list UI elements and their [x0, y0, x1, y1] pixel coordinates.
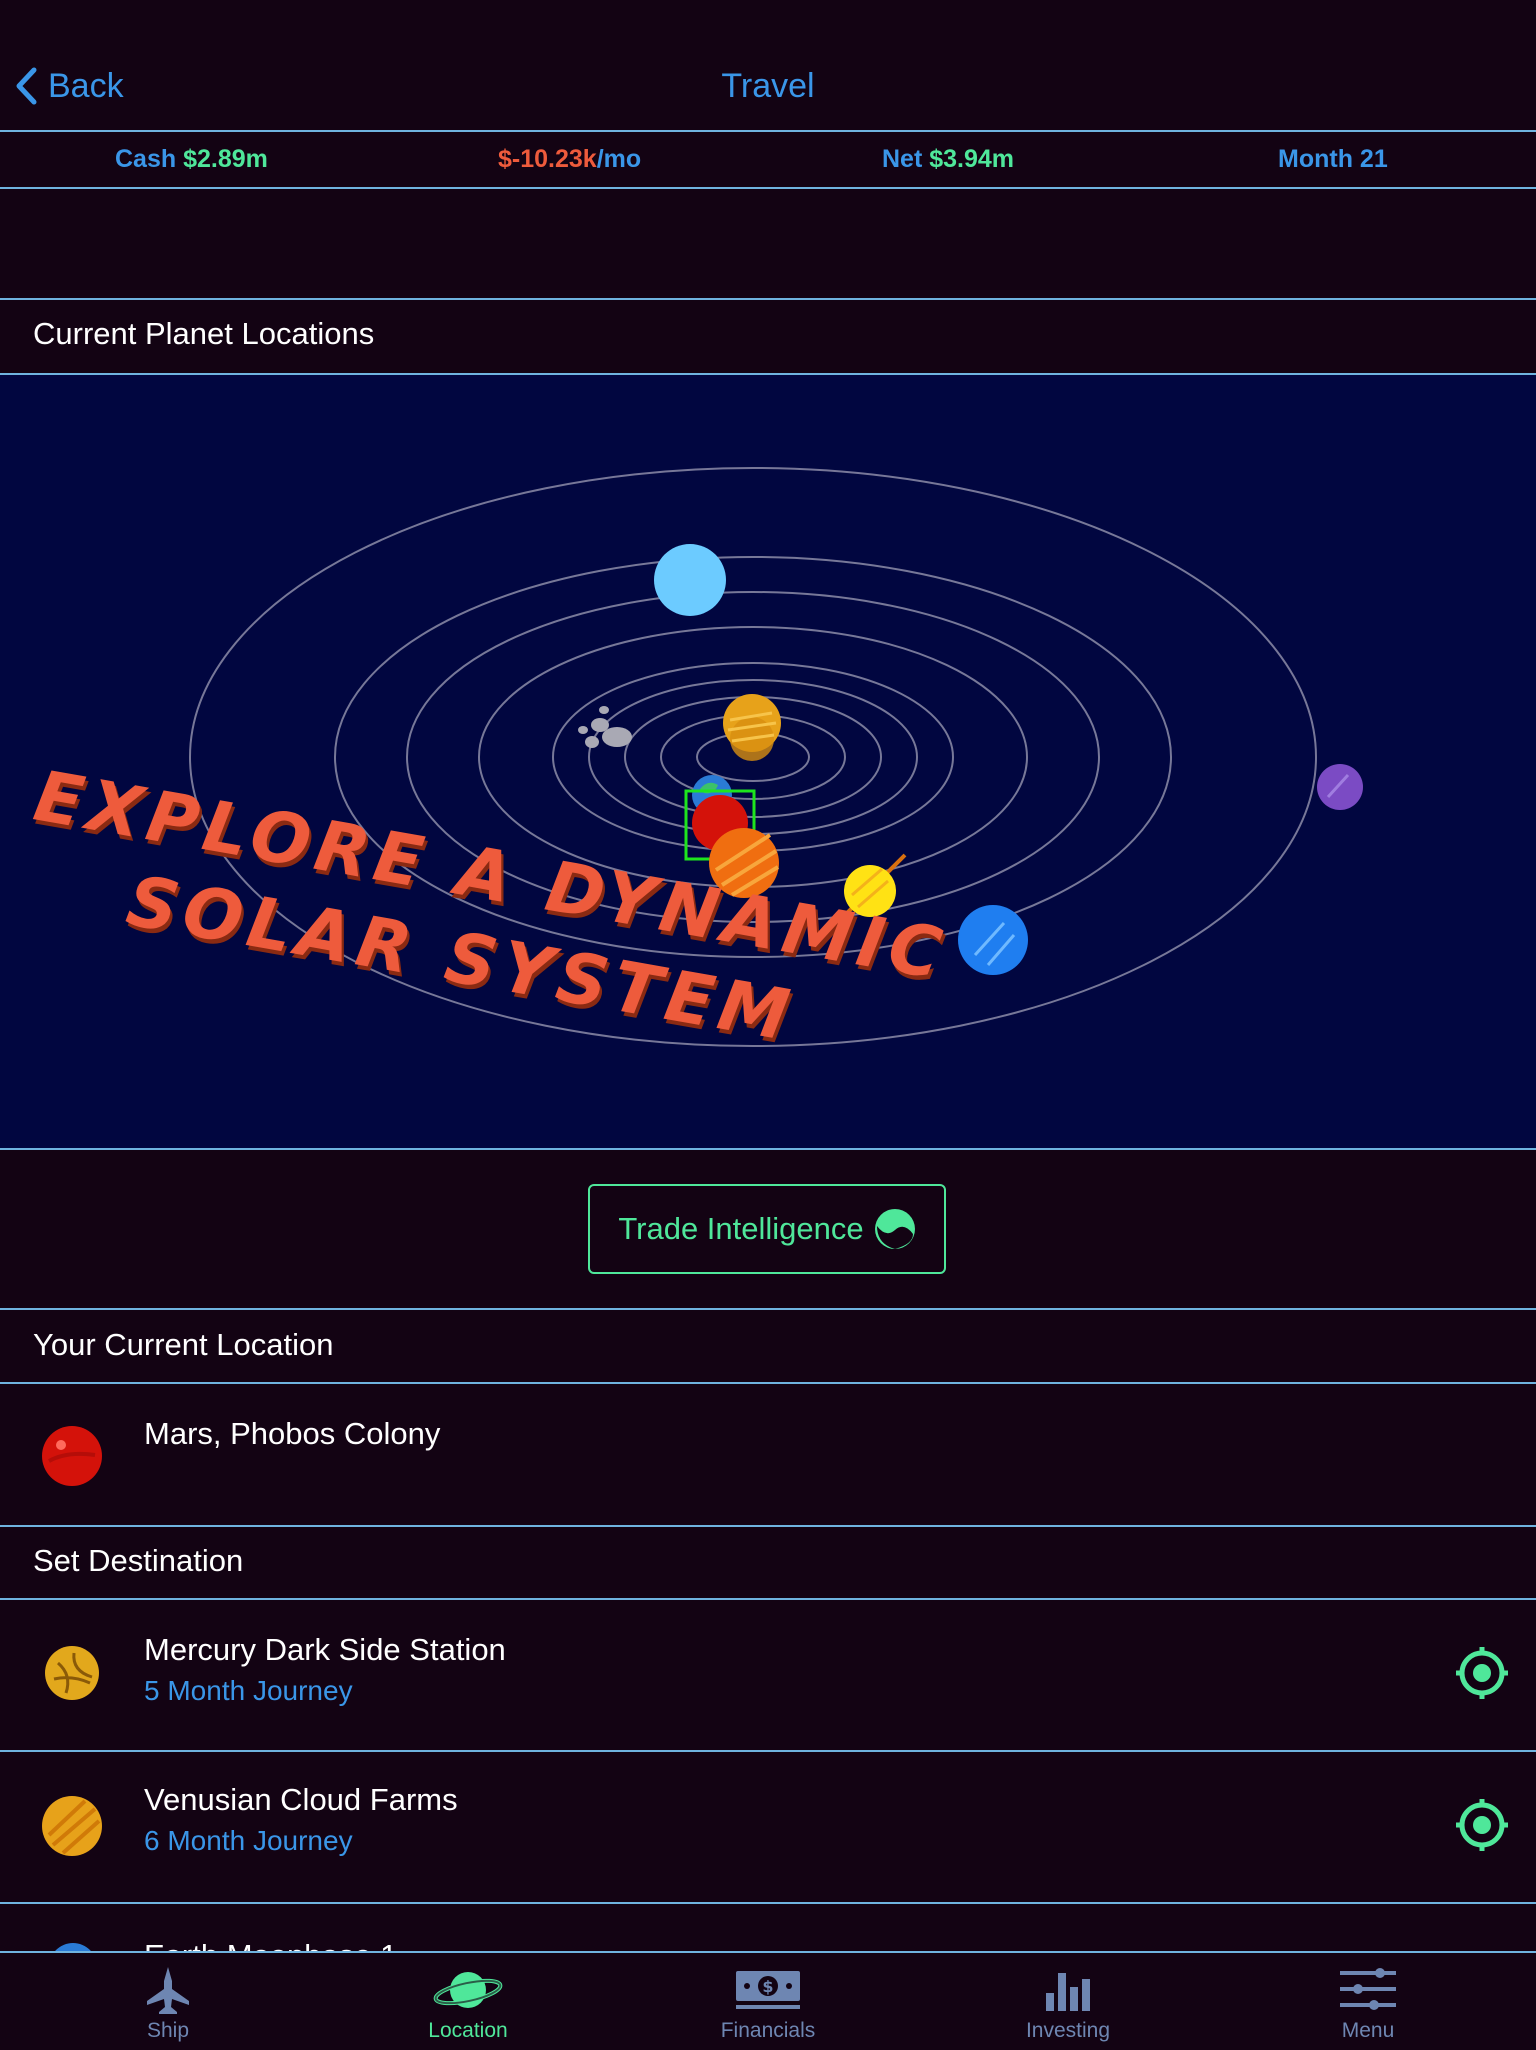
destination-name: Mercury Dark Side Station	[144, 1632, 506, 1667]
planet-ring-icon	[433, 1972, 503, 2008]
sliders-icon	[1340, 1968, 1396, 2010]
tab-location[interactable]: Location	[318, 1953, 618, 2050]
destination-row[interactable]: Venusian Cloud Farms 6 Month Journey	[0, 1752, 1536, 1902]
section-title-planet-locations: Current Planet Locations	[33, 316, 375, 351]
saturn-planet	[833, 853, 907, 927]
net-value: $3.94m	[929, 145, 1015, 173]
jupiter-planet	[709, 828, 780, 898]
current-location-name: Mars, Phobos Colony	[144, 1416, 441, 1451]
tab-ship[interactable]: Ship	[18, 1953, 318, 2050]
uranus-planet	[654, 544, 726, 616]
earth-planet-icon	[55, 1943, 91, 1951]
burn-value: $-10.23k	[498, 145, 597, 173]
neptune-planet	[958, 905, 1028, 975]
mars-planet-icon	[42, 1426, 102, 1486]
destination-row[interactable]: Earth Moonbase 1	[0, 1904, 1536, 1951]
divider	[0, 298, 1536, 300]
cash-stat: Cash $2.89m	[115, 132, 268, 186]
set-target-button[interactable]	[1454, 1645, 1510, 1701]
stats-bar: Cash $2.89m $-10.23k/mo Net $3.94m Month…	[0, 132, 1536, 186]
net-label: Net	[882, 145, 923, 173]
destination-name: Venusian Cloud Farms	[144, 1782, 458, 1817]
section-title-current-location: Your Current Location	[33, 1327, 334, 1362]
banknote-icon: $	[736, 1971, 800, 2009]
venus-orbit-planet	[723, 694, 781, 761]
destination-name: Earth Moonbase 1	[144, 1938, 397, 1951]
orbit-diagram	[189, 467, 1363, 1047]
divider	[0, 1382, 1536, 1384]
tab-menu[interactable]: Menu	[1218, 1953, 1518, 2050]
jet-icon	[147, 1967, 189, 2014]
tab-label: Investing	[1025, 2019, 1111, 2042]
tab-bar: Ship Location $ Financials Investing Men…	[0, 1951, 1536, 2050]
tab-label: Financials	[720, 2019, 816, 2042]
solar-system-map[interactable]: EXPLORE A DYNAMIC EXPLORE A DYNAMIC SOLA…	[0, 375, 1536, 1148]
tab-investing[interactable]: Investing	[918, 1953, 1218, 2050]
bar-chart-icon	[1046, 1973, 1090, 2011]
venus-planet-icon	[42, 1796, 102, 1856]
net-stat: Net $3.94m	[882, 132, 1014, 186]
svg-text:$: $	[762, 1977, 773, 1996]
tab-financials[interactable]: $ Financials	[618, 1953, 918, 2050]
month-stat: Month 21	[1278, 145, 1388, 173]
divider	[0, 1308, 1536, 1310]
asteroid-belt	[578, 706, 632, 748]
divider	[0, 187, 1536, 189]
page-title: Travel	[721, 67, 815, 105]
section-title-set-destination: Set Destination	[33, 1543, 244, 1578]
burn-unit: /mo	[596, 145, 642, 173]
destination-row[interactable]: Mercury Dark Side Station 5 Month Journe…	[0, 1600, 1536, 1750]
destination-journey: 6 Month Journey	[144, 1825, 353, 1856]
trade-intelligence-label: Trade Intelligence	[618, 1211, 864, 1246]
nav-bar: Back Travel	[0, 0, 1536, 130]
tab-label: Menu	[1341, 2019, 1395, 2042]
trade-intelligence-button[interactable]: Trade Intelligence	[588, 1184, 946, 1274]
wave-globe-icon	[874, 1209, 915, 1249]
divider	[0, 1148, 1536, 1150]
destination-journey: 5 Month Journey	[144, 1675, 353, 1706]
cash-label: Cash	[115, 145, 177, 173]
tab-label: Ship	[146, 2019, 190, 2042]
set-target-button[interactable]	[1454, 1797, 1510, 1853]
burn-stat: $-10.23k/mo	[498, 132, 641, 186]
pluto-planet	[1317, 764, 1363, 810]
cash-value: $2.89m	[183, 145, 268, 173]
tab-label: Location	[428, 2019, 508, 2042]
mercury-planet-icon	[45, 1646, 99, 1700]
divider	[0, 1525, 1536, 1527]
